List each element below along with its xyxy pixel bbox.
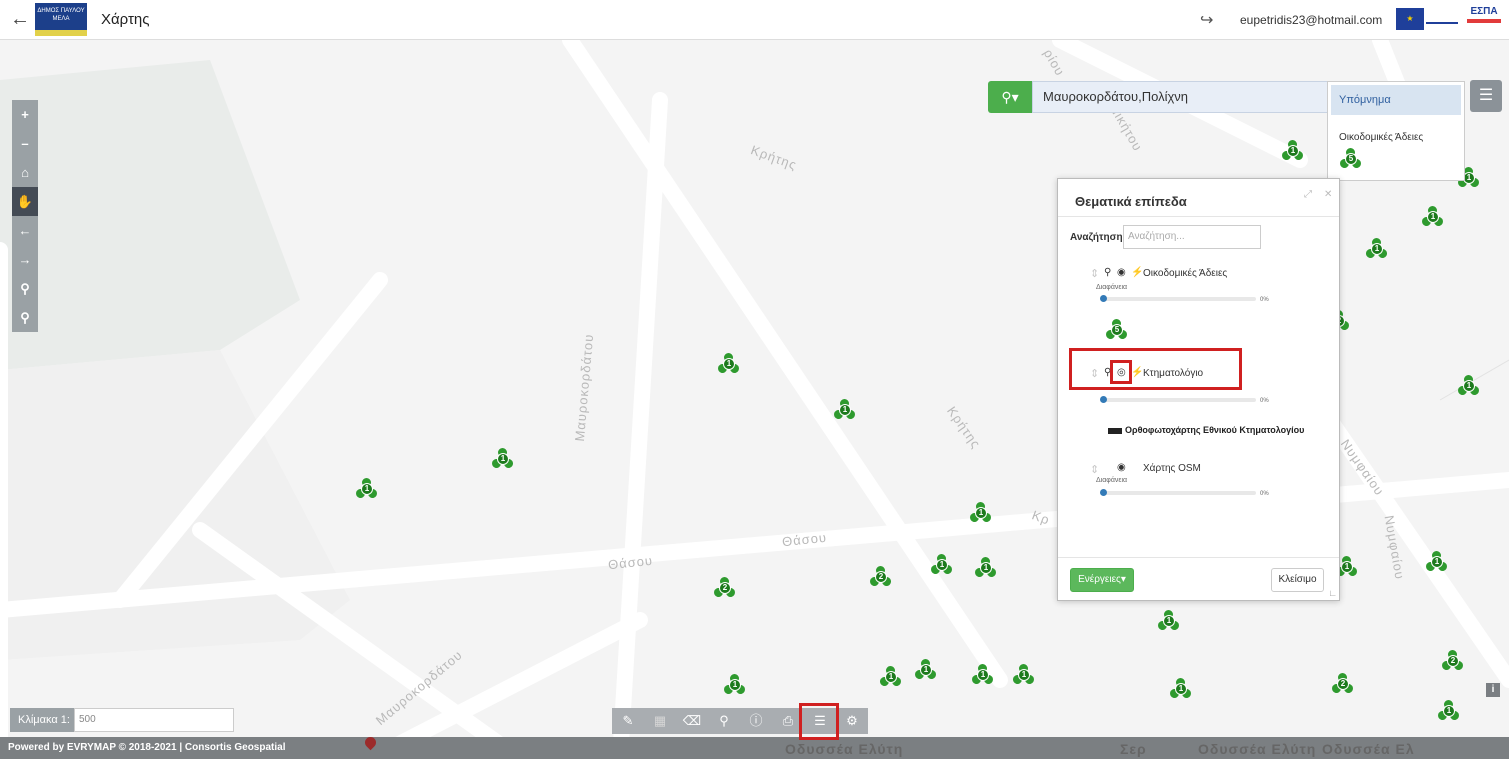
permit-marker[interactable]: 1 [1280,138,1305,162]
layer-name: Χάρτης OSM [1143,463,1201,474]
permit-marker[interactable]: 1 [354,476,379,500]
opacity-label: Διαφάνεια [1096,284,1128,291]
eu-program-logo [1426,14,1458,24]
eraser-icon[interactable]: ⌫ [676,708,708,734]
permit-marker[interactable]: 2 [868,564,893,588]
espa-logo: ΕΣΠΑ [1467,6,1501,32]
basemap-swatch [1108,427,1122,434]
legend-marker: 5 [1338,146,1363,170]
layer-name: Οικοδομικές Άδειες [1143,268,1228,279]
actions-dropdown-button[interactable]: Ενέργειες▾ [1070,568,1134,592]
opacity-value: 0% [1260,398,1269,404]
permit-marker[interactable]: 1 [832,397,857,421]
permit-marker[interactable]: 1 [1168,676,1193,700]
eu-flag-logo: ★ [1396,8,1424,30]
opacity-value: 0% [1260,297,1269,303]
info-icon[interactable]: ⓘ [740,708,772,734]
legend-item-label: Οικοδομικές Άδειες [1339,132,1424,143]
visibility-eye-icon[interactable]: ◉ [1117,267,1126,278]
area-measure-icon[interactable]: ▦ [644,708,676,734]
back-arrow-icon[interactable]: ← [10,8,30,31]
street-label: Οδυσσέα Ελύτη [785,741,904,757]
highlight-box [799,703,839,740]
divider [1058,557,1339,558]
permit-marker[interactable]: 1 [970,662,995,686]
street-label: Οδυσσέα Ελύτη [1198,741,1317,757]
permit-marker[interactable]: 1 [490,446,515,470]
highlight-box [1110,360,1132,384]
legend-panel: Υπόμνημα Οικοδομικές Άδειες 5 [1327,81,1465,181]
pan-hand-icon[interactable]: ✋ [12,187,38,216]
next-extent-icon[interactable]: → [12,245,38,274]
map-pin-icon[interactable]: ⚲ [708,708,740,734]
highlight-box [1069,348,1242,390]
permit-marker[interactable]: 1 [973,555,998,579]
opacity-slider[interactable] [1100,489,1256,496]
attribution-footer: Powered by EVRYMAP © 2018-2021 | Consort… [0,734,1509,759]
zoom-out-button[interactable]: – [12,129,38,158]
panel-title: Θεματικά επίπεδα [1075,194,1187,209]
permit-marker[interactable]: 1 [716,351,741,375]
visibility-eye-icon[interactable]: ◉ [1117,462,1126,473]
permit-marker[interactable]: 1 [929,552,954,576]
collapse-icon[interactable]: ⤢ [1304,189,1312,200]
app-header: ← ΔΗΜΟΣ ΠΑΥΛΟΥ ΜΕΛΑ Χάρτης ↪ eupetridis2… [0,0,1509,40]
permit-marker[interactable]: 1 [913,657,938,681]
close-button[interactable]: Κλείσιμο [1271,568,1324,592]
sign-out-icon[interactable]: ↪ [1200,10,1213,30]
info-badge-icon[interactable]: i [1486,683,1500,697]
permit-marker[interactable]: 1 [968,500,993,524]
drag-handle-icon[interactable]: ⇕ [1090,267,1099,280]
zoom-out-box-icon[interactable]: ⚲ [12,303,38,332]
permit-marker[interactable]: 1 [1424,549,1449,573]
permit-marker[interactable]: 1 [878,664,903,688]
permit-marker[interactable]: 1 [1364,236,1389,260]
page-title: Χάρτης [101,11,150,28]
zoom-to-layer-icon[interactable]: ⚲ [1104,267,1111,278]
zoom-in-button[interactable]: + [12,100,38,129]
scale-control: Κλίμακα 1: 500 [10,708,234,732]
permit-marker[interactable]: 1 [1011,662,1036,686]
permit-marker[interactable]: 2 [1330,671,1355,695]
drag-handle-icon[interactable]: ⇕ [1090,463,1099,476]
search-dropdown-button[interactable]: ⚲▾ [988,81,1032,113]
layer-legend-marker: 5 [1104,317,1129,341]
location-pin-icon [362,734,379,751]
street-label: Σερ [1120,741,1147,757]
permit-marker[interactable]: 1 [1456,373,1481,397]
layer-settings-icon[interactable]: ⚙ [836,708,868,734]
scale-label: Κλίμακα 1: [10,708,74,732]
opacity-slider[interactable] [1100,295,1256,302]
previous-extent-icon[interactable]: ← [12,216,38,245]
permit-marker[interactable]: 1 [1156,608,1181,632]
zoom-in-box-icon[interactable]: ⚲ [12,274,38,303]
opacity-label: Διαφάνεια [1096,477,1128,484]
resize-grip-icon[interactable]: ∟ [1328,588,1337,598]
scale-input[interactable]: 500 [74,708,234,732]
permit-marker[interactable]: 1 [1436,698,1461,722]
permit-marker[interactable]: 2 [1440,648,1465,672]
layers-stack-icon[interactable]: ☰ [1470,80,1502,112]
lightning-icon[interactable]: ⚡ [1131,267,1143,278]
close-icon[interactable]: ✕ [1324,189,1332,200]
layer-search-label: Αναζήτηση [1070,232,1123,243]
address-search-input[interactable]: Μαυροκορδάτου,Πολίχνη [1032,81,1328,113]
permit-marker[interactable]: 1 [1420,204,1445,228]
street-label: Οδυσσέα Ελ [1322,741,1415,757]
basemap-option-orthophoto[interactable]: Ορθοφωτοχάρτης Εθνικού Κτηματολογίου [1108,425,1304,435]
user-email[interactable]: eupetridis23@hotmail.com [1240,13,1382,27]
ruler-icon[interactable]: ✎ [612,708,644,734]
opacity-value: 0% [1260,491,1269,497]
municipality-logo: ΔΗΜΟΣ ΠΑΥΛΟΥ ΜΕΛΑ [35,3,87,36]
opacity-slider[interactable] [1100,396,1256,403]
divider [1058,216,1339,217]
home-icon[interactable]: ⌂ [12,158,38,187]
legend-title: Υπόμνημα [1331,85,1461,115]
permit-marker[interactable]: 1 [722,672,747,696]
attribution-text: Powered by EVRYMAP © 2018-2021 | Consort… [8,742,286,753]
permit-marker[interactable]: 2 [712,575,737,599]
map-navigation-toolbar: + – ⌂ ✋ ← → ⚲ ⚲ [12,100,38,332]
layer-search-input[interactable]: Αναζήτηση... [1123,225,1261,249]
